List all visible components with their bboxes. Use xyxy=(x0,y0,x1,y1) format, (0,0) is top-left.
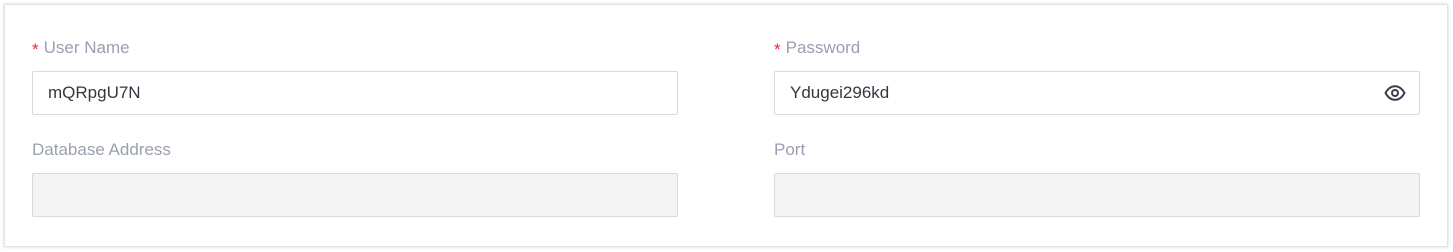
eye-icon-svg xyxy=(1384,85,1406,101)
password-field-group: * Password Ydugei296kd xyxy=(774,38,1420,115)
password-value: Ydugei296kd xyxy=(790,83,890,102)
database-address-label: Database Address xyxy=(32,140,678,160)
username-label-text: User Name xyxy=(43,38,130,57)
password-input[interactable]: Ydugei296kd xyxy=(774,71,1420,115)
username-label: * User Name xyxy=(32,38,678,59)
password-label-text: Password xyxy=(785,38,861,57)
port-input[interactable] xyxy=(774,173,1420,217)
port-field-group: Port xyxy=(774,140,1420,217)
username-field-group: * User Name mQRpgU7N xyxy=(32,38,678,115)
database-settings-panel: * User Name mQRpgU7N * Password Ydugei29… xyxy=(4,4,1448,247)
port-label: Port xyxy=(774,140,1420,160)
eye-icon[interactable] xyxy=(1383,81,1407,105)
port-label-text: Port xyxy=(774,140,806,159)
username-value: mQRpgU7N xyxy=(48,83,141,102)
database-address-input[interactable] xyxy=(32,173,678,217)
password-label: * Password xyxy=(774,38,1420,59)
username-input[interactable]: mQRpgU7N xyxy=(32,71,678,115)
database-address-label-text: Database Address xyxy=(32,140,171,159)
required-asterisk: * xyxy=(32,40,39,59)
database-address-field-group: Database Address xyxy=(32,140,678,217)
required-asterisk: * xyxy=(774,40,781,59)
